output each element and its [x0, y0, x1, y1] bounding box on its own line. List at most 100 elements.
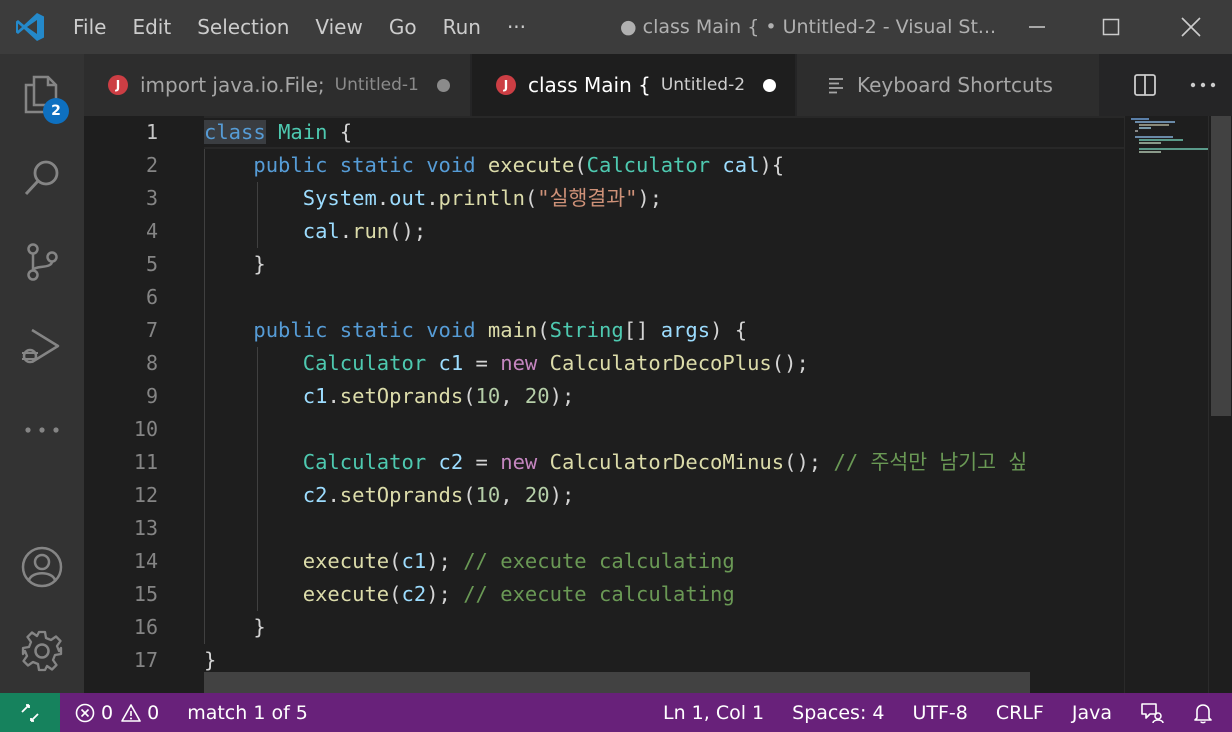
search-match-status[interactable]: match 1 of 5	[187, 693, 308, 732]
minimap[interactable]	[1124, 116, 1211, 693]
line-number: 7	[145, 318, 158, 342]
unsaved-dot-icon[interactable]	[436, 78, 450, 92]
feedback-icon	[1141, 702, 1164, 723]
title-bar: File Edit Selection View Go Run ··· ● cl…	[0, 0, 1232, 54]
activity-bar: 2	[0, 54, 84, 693]
feedback-button[interactable]	[1140, 693, 1164, 732]
status-bar: 0 0 match 1 of 5 Ln 1, Col 1 Spaces: 4 U…	[0, 693, 1232, 732]
remote-icon	[21, 703, 39, 722]
code-line: c1.setOprands(10, 20);	[302, 384, 575, 408]
tab-title: class Main {	[528, 73, 651, 97]
tab-untitled-1[interactable]: J import java.io.File; Untitled-1	[84, 54, 471, 116]
explorer-badge: 2	[43, 98, 69, 124]
line-number: 8	[145, 351, 158, 375]
warning-icon	[121, 703, 141, 722]
code-line: c2.setOprands(10, 20);	[302, 483, 575, 507]
menu-more[interactable]: ···	[494, 0, 539, 54]
gear-icon	[21, 630, 63, 672]
menu-bar: File Edit Selection View Go Run ···	[60, 0, 539, 54]
line-number: 15	[133, 582, 158, 606]
line-number: 11	[133, 450, 158, 474]
tab-description: Untitled-2	[660, 75, 746, 95]
maximize-button[interactable]	[1072, 0, 1150, 54]
line-number-gutter: 1 2 3 4 5 6 7 8 9 10 11 12 13 14 15 16 1…	[84, 116, 174, 693]
menu-file[interactable]: File	[60, 0, 119, 54]
menu-run[interactable]: Run	[430, 0, 494, 54]
encoding-status[interactable]: UTF-8	[912, 693, 967, 732]
language-mode[interactable]: Java	[1072, 693, 1112, 732]
line-number: 14	[133, 549, 158, 573]
explorer-button[interactable]: 2	[0, 54, 84, 134]
line-number: 5	[145, 252, 158, 276]
menu-selection[interactable]: Selection	[184, 0, 302, 54]
line-number: 16	[133, 615, 158, 639]
java-file-icon: J	[108, 75, 128, 95]
code-line: public static void main(String[] args) {	[253, 318, 748, 342]
line-number: 13	[133, 516, 158, 540]
code-line: }	[204, 252, 266, 276]
unsaved-dot-icon[interactable]	[763, 78, 777, 92]
code-line: execute(c2); // execute calculating	[302, 582, 735, 606]
minimize-icon	[1029, 26, 1045, 28]
source-control-button[interactable]	[0, 222, 84, 302]
code-line: class Main {	[204, 120, 353, 144]
line-number: 1	[145, 120, 158, 144]
warning-count: 0	[147, 701, 160, 724]
editor-actions	[1116, 54, 1232, 116]
scrollbar-thumb[interactable]	[1211, 116, 1231, 416]
minimize-button[interactable]	[998, 0, 1076, 54]
vertical-scrollbar[interactable]	[1208, 116, 1232, 693]
error-icon	[75, 703, 95, 722]
maximize-icon	[1102, 18, 1120, 36]
code-area[interactable]: class Main { public static void execute(…	[204, 116, 1124, 693]
ellipsis-icon	[25, 427, 59, 433]
keyboard-shortcuts-icon	[829, 78, 843, 94]
close-icon	[1181, 17, 1201, 37]
line-number: 3	[145, 186, 158, 210]
more-views-button[interactable]	[0, 390, 84, 470]
tab-title: import java.io.File;	[140, 73, 325, 97]
line-number: 2	[145, 153, 158, 177]
horizontal-scrollbar[interactable]	[204, 672, 1030, 693]
window-title: ● class Main { • Untitled-2 - Visual St.…	[620, 16, 997, 38]
split-editor-icon[interactable]	[1133, 73, 1157, 97]
menu-view[interactable]: View	[302, 0, 375, 54]
source-control-icon	[27, 243, 58, 281]
error-count: 0	[101, 701, 114, 724]
line-number: 10	[133, 417, 158, 441]
cursor-position[interactable]: Ln 1, Col 1	[663, 693, 764, 732]
remote-button[interactable]	[0, 693, 60, 732]
line-number: 9	[145, 384, 158, 408]
problems-indicator[interactable]: 0 0	[75, 693, 159, 732]
code-line: public static void execute(Calculator ca…	[253, 153, 785, 177]
tab-untitled-2[interactable]: J class Main { Untitled-2	[472, 54, 796, 116]
menu-go[interactable]: Go	[376, 0, 430, 54]
code-editor[interactable]: 1 2 3 4 5 6 7 8 9 10 11 12 13 14 15 16 1…	[84, 116, 1232, 693]
manage-button[interactable]	[0, 611, 84, 691]
accounts-button[interactable]	[0, 527, 84, 607]
tab-bar: J import java.io.File; Untitled-1 J clas…	[84, 54, 1232, 116]
tab-description: Untitled-1	[334, 75, 419, 95]
account-icon	[21, 546, 63, 588]
minimap-preview	[1131, 118, 1211, 153]
more-actions-icon[interactable]	[1190, 81, 1216, 89]
code-line: Calculator c1 = new CalculatorDecoPlus()…	[302, 351, 809, 375]
bell-icon	[1194, 703, 1212, 723]
run-debug-icon	[22, 328, 60, 364]
menu-edit[interactable]: Edit	[119, 0, 184, 54]
close-window-button[interactable]	[1152, 0, 1230, 54]
vscode-logo-icon	[0, 0, 60, 54]
code-line: System.out.println("실행결과");	[302, 186, 663, 210]
line-number: 6	[145, 285, 158, 309]
indentation-status[interactable]: Spaces: 4	[792, 693, 884, 732]
code-line: execute(c1); // execute calculating	[302, 549, 735, 573]
tab-keyboard-shortcuts[interactable]: Keyboard Shortcuts	[797, 54, 1100, 116]
eol-status[interactable]: CRLF	[996, 693, 1044, 732]
search-button[interactable]	[0, 138, 84, 218]
java-file-icon: J	[496, 75, 516, 95]
notifications-button[interactable]	[1192, 693, 1214, 732]
search-icon	[24, 160, 59, 196]
run-debug-button[interactable]	[0, 306, 84, 386]
code-line: cal.run();	[302, 219, 427, 243]
code-line: }	[204, 615, 266, 639]
